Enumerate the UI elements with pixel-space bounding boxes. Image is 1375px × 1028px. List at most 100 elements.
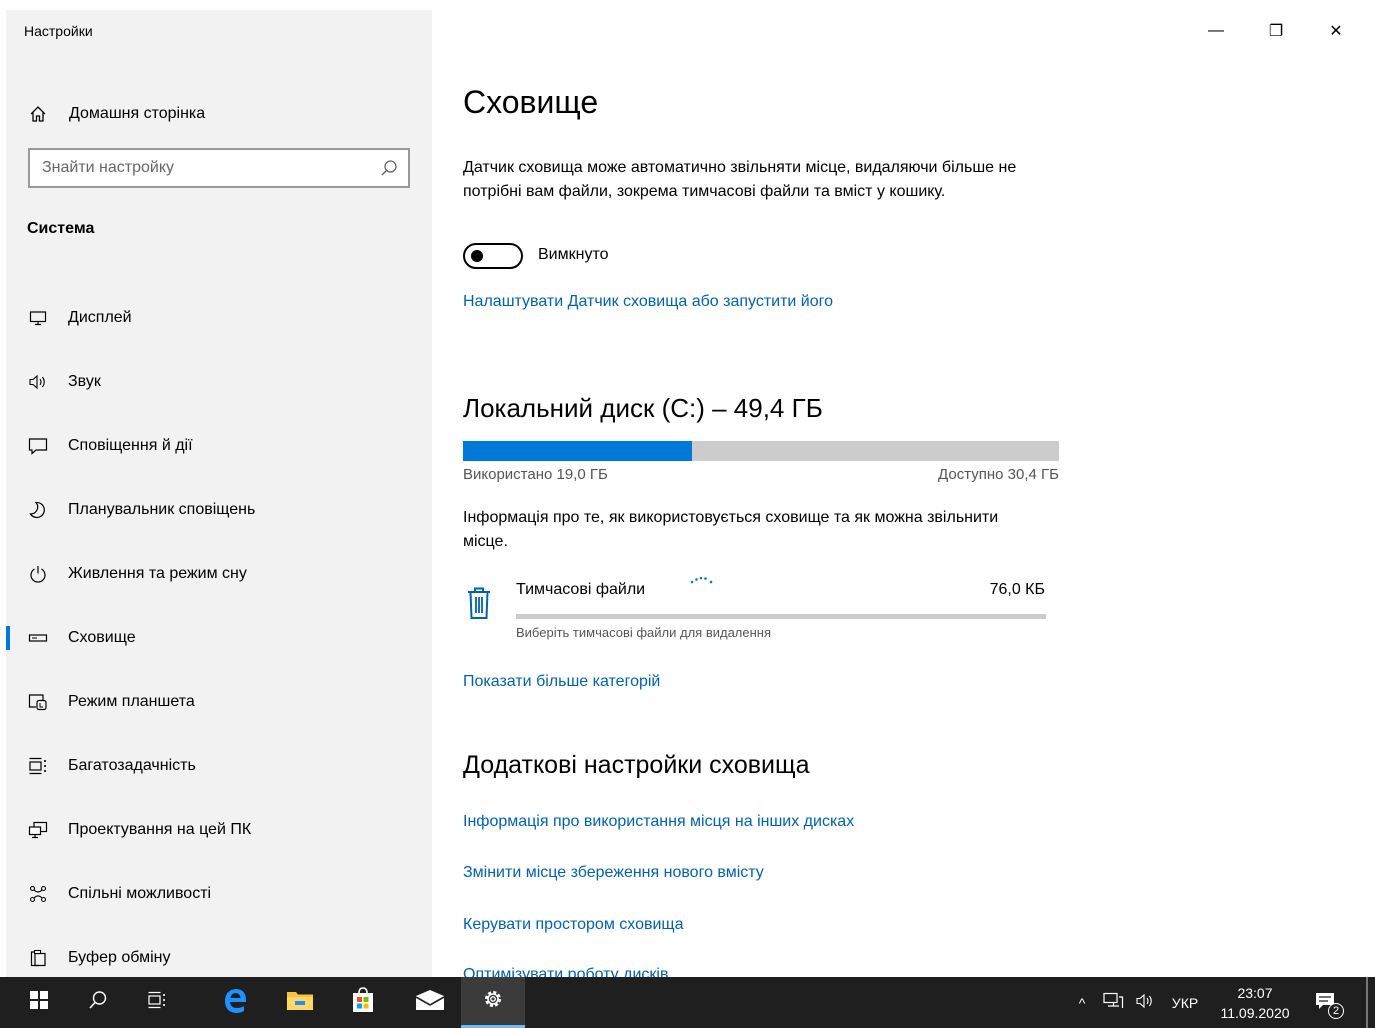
sidebar-item-label: Багатозадачність	[68, 757, 196, 774]
category-size: 76,0 КБ	[989, 581, 1045, 598]
show-more-categories-link[interactable]: Показати більше категорій	[463, 673, 660, 691]
show-desktop-button[interactable]	[1366, 977, 1368, 1028]
sidebar-item-label: Живлення та режим сну	[68, 565, 247, 582]
chevron-up-icon: ^	[1078, 994, 1086, 1011]
tablet-mode-icon	[26, 693, 50, 711]
clipboard-icon	[26, 949, 50, 967]
notification-icon	[26, 437, 50, 455]
sidebar-item-label: Планувальник сповіщень	[68, 501, 256, 518]
taskbar-store-button[interactable]	[331, 977, 395, 1028]
sidebar-item-home[interactable]: Домашня сторінка	[6, 94, 432, 134]
clock-time: 23:07	[1237, 985, 1273, 1001]
toggle-knob	[471, 250, 483, 262]
action-center-button[interactable]: 2	[1305, 977, 1349, 1028]
sidebar-item-sound[interactable]: Звук	[6, 350, 432, 414]
sidebar-item-label: Спільні можливості	[68, 885, 212, 902]
category-subtitle: Виберіть тимчасові файли для видалення	[516, 625, 772, 640]
taskbar-edge-button[interactable]	[203, 977, 267, 1028]
sidebar-item-label: Режим планшета	[68, 693, 195, 710]
notification-count-badge: 2	[1328, 1002, 1344, 1019]
gear-icon	[482, 988, 504, 1015]
taskbar-file-explorer-button[interactable]	[268, 977, 332, 1028]
sidebar-item-projecting[interactable]: Проектування на цей ПК	[6, 798, 432, 862]
sidebar-item-label: Звук	[68, 373, 101, 390]
power-icon	[26, 565, 50, 583]
language-indicator[interactable]: УКР	[1164, 977, 1206, 1028]
store-icon	[350, 987, 376, 1018]
sidebar: Настройки Домашня сторінка Система Диспл…	[6, 10, 432, 977]
monitor-icon	[26, 309, 50, 327]
start-button[interactable]	[7, 977, 71, 1028]
storage-drive-icon	[26, 629, 50, 647]
category-usage-bar	[516, 614, 1046, 619]
sidebar-item-shared-experiences[interactable]: Спільні можливості	[6, 862, 432, 926]
moon-icon	[26, 501, 50, 519]
storage-sense-description: Датчик сховища може автоматично звільнят…	[463, 159, 1017, 200]
loading-spinner-icon	[689, 572, 715, 590]
volume-button[interactable]	[1130, 977, 1162, 1028]
optimize-drives-link[interactable]: Оптимізувати роботу дисків	[463, 966, 668, 977]
search-box[interactable]	[28, 148, 410, 188]
drive-title: Локальний диск (C:) – 49,4 ГБ	[463, 393, 823, 423]
shared-experiences-icon	[26, 885, 50, 903]
search-input[interactable]	[42, 159, 362, 177]
edge-icon	[222, 987, 248, 1018]
other-drives-link[interactable]: Інформація про використання місця на інш…	[463, 813, 854, 831]
network-button[interactable]	[1098, 977, 1128, 1028]
sidebar-item-label: Буфер обміну	[68, 949, 171, 966]
trash-icon	[466, 586, 492, 625]
sidebar-item-label: Дисплей	[68, 309, 132, 326]
sidebar-item-multitasking[interactable]: Багатозадачність	[6, 734, 432, 798]
category-name: Тимчасові файли	[516, 581, 646, 598]
clock[interactable]: 23:07 11.09.2020	[1210, 983, 1300, 1023]
change-save-location-link[interactable]: Змінити місце збереження нового вмісту	[463, 864, 764, 882]
storage-info-text: Інформація про те, як використовується с…	[463, 509, 999, 550]
sidebar-item-storage[interactable]: Сховище	[6, 606, 432, 670]
more-settings-title: Додаткові настройки сховища	[463, 751, 810, 779]
storage-sense-toggle[interactable]	[463, 243, 523, 269]
tray-chevron-button[interactable]: ^	[1068, 977, 1096, 1028]
task-view-button[interactable]	[125, 977, 189, 1028]
multitasking-icon	[26, 757, 50, 775]
sidebar-item-tablet-mode[interactable]: Режим планшета	[6, 670, 432, 734]
sidebar-nav: Дисплей Звук Сповіщення й дії Планувальн…	[6, 286, 432, 990]
network-icon	[1102, 992, 1124, 1013]
page-title: Сховище	[463, 84, 599, 120]
sidebar-item-power[interactable]: Живлення та режим сну	[6, 542, 432, 606]
action-center-icon: 2	[1314, 991, 1344, 1019]
drive-free-label: Доступно 30,4 ГБ	[938, 466, 1059, 483]
sidebar-item-label: Сповіщення й дії	[68, 437, 193, 454]
drive-used-label: Використано 19,0 ГБ	[463, 466, 608, 483]
language-label: УКР	[1171, 994, 1199, 1011]
sidebar-item-label: Проектування на цей ПК	[68, 821, 252, 838]
sidebar-item-quiet-hours[interactable]: Планувальник сповіщень	[6, 478, 432, 542]
app-title: Настройки	[24, 23, 93, 39]
taskbar-search-button[interactable]	[66, 977, 130, 1028]
taskbar-settings-button[interactable]	[461, 977, 525, 1028]
taskbar: ^ УКР 23:07 11.09.2020 2	[0, 977, 1375, 1028]
clock-date: 11.09.2020	[1220, 1005, 1290, 1021]
sidebar-item-notifications[interactable]: Сповіщення й дії	[6, 414, 432, 478]
mail-icon	[415, 989, 445, 1016]
home-icon	[26, 105, 50, 123]
projecting-icon	[26, 821, 50, 839]
task-view-icon	[147, 991, 167, 1014]
sidebar-item-label: Сховище	[68, 629, 136, 646]
speaker-icon	[1135, 992, 1157, 1013]
configure-storage-sense-link[interactable]: Налаштувати Датчик сховища або запустити…	[463, 293, 833, 311]
drive-usage-bar	[463, 441, 1059, 461]
category-temp-files[interactable]: Тимчасові файли 76,0 КБ Виберіть тимчасо…	[463, 572, 1053, 644]
search-icon[interactable]	[380, 159, 398, 177]
taskbar-mail-button[interactable]	[398, 977, 462, 1028]
drive-usage-fill	[463, 441, 693, 461]
section-title: Система	[27, 220, 95, 237]
speaker-icon	[26, 373, 50, 391]
toggle-state-label: Вимкнуто	[538, 246, 609, 263]
windows-logo-icon	[30, 991, 48, 1014]
main-content: Сховище Датчик сховища може автоматично …	[463, 0, 1343, 977]
search-icon	[88, 990, 108, 1015]
folder-icon	[286, 988, 314, 1017]
sidebar-item-display[interactable]: Дисплей	[6, 286, 432, 350]
sidebar-item-label: Домашня сторінка	[69, 105, 206, 122]
manage-storage-spaces-link[interactable]: Керувати простором сховища	[463, 916, 683, 934]
